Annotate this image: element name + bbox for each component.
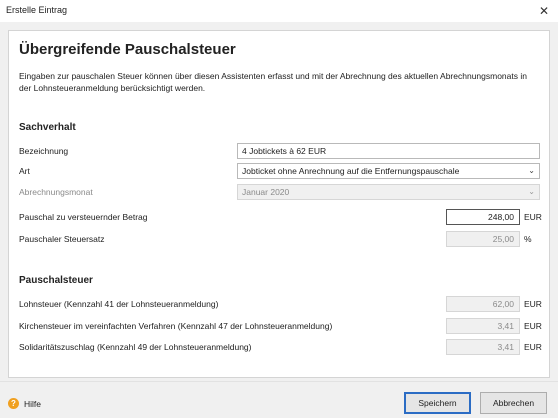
kirchensteuer-value: 3,41	[446, 318, 520, 334]
art-label: Art	[19, 166, 30, 176]
close-icon[interactable]: ✕	[530, 0, 558, 22]
soli-label: Solidaritätszuschlag (Kennzahl 49 der Lo…	[19, 342, 252, 352]
art-select[interactable]: Jobticket ohne Anrechnung auf die Entfer…	[237, 163, 540, 179]
save-button[interactable]: Speichern	[404, 392, 471, 414]
steuersatz-input: 25,00	[446, 231, 520, 247]
soli-unit: EUR	[524, 342, 542, 352]
window-title: Erstelle Eintrag	[6, 5, 68, 15]
cancel-button[interactable]: Abbrechen	[480, 392, 547, 414]
steuersatz-label: Pauschaler Steuersatz	[19, 234, 105, 244]
art-selected-value: Jobticket ohne Anrechnung auf die Entfer…	[242, 166, 460, 176]
abrechnungsmonat-select: Januar 2020 ⌄	[237, 184, 540, 200]
section-sachverhalt: Sachverhalt	[19, 122, 76, 133]
dialog-body: Übergreifende Pauschalsteuer Eingaben zu…	[0, 22, 558, 418]
betrag-input[interactable]: 248,00	[446, 209, 520, 225]
description-text: Eingaben zur pauschalen Steuer können üb…	[19, 71, 527, 93]
bezeichnung-label: Bezeichnung	[19, 146, 69, 156]
bezeichnung-input[interactable]: 4 Jobtickets à 62 EUR	[237, 143, 540, 159]
page-title: Übergreifende Pauschalsteuer	[19, 41, 236, 58]
soli-value: 3,41	[446, 339, 520, 355]
help-link[interactable]: Hilfe	[24, 399, 41, 409]
section-pauschalsteuer: Pauschalsteuer	[19, 275, 93, 286]
help-icon[interactable]: ?	[8, 398, 19, 409]
title-bar: Erstelle Eintrag ✕	[0, 0, 558, 22]
abrechnungsmonat-value: Januar 2020	[242, 187, 290, 197]
lohnsteuer-value: 62,00	[446, 296, 520, 312]
betrag-unit: EUR	[524, 212, 542, 222]
abrechnungsmonat-label: Abrechnungsmonat	[19, 187, 93, 197]
kirchensteuer-label: Kirchensteuer im vereinfachten Verfahren…	[19, 321, 333, 331]
lohnsteuer-label: Lohnsteuer (Kennzahl 41 der Lohnsteueran…	[19, 299, 219, 309]
chevron-down-icon[interactable]: ⌄	[528, 164, 535, 178]
steuersatz-unit: %	[524, 234, 532, 244]
kirchensteuer-unit: EUR	[524, 321, 542, 331]
chevron-down-icon: ⌄	[528, 187, 535, 196]
betrag-label: Pauschal zu versteuernder Betrag	[19, 212, 148, 222]
lohnsteuer-unit: EUR	[524, 299, 542, 309]
footer-divider	[0, 381, 558, 382]
content-panel: Übergreifende Pauschalsteuer Eingaben zu…	[8, 30, 550, 378]
